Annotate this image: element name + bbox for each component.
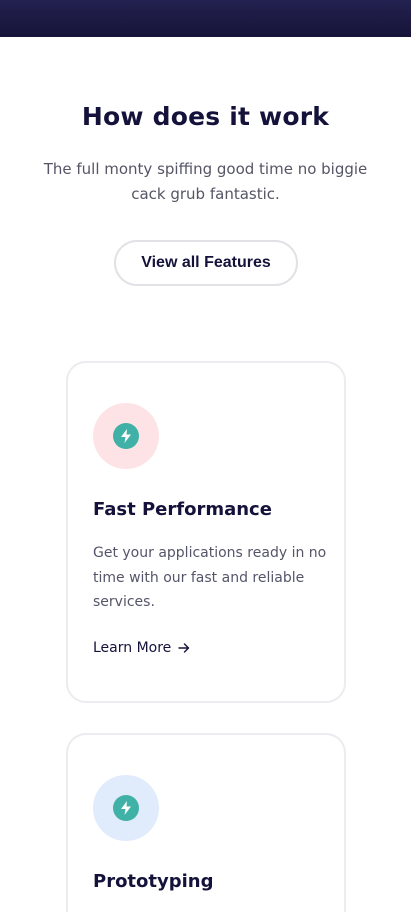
feature-card-title: Prototyping — [93, 871, 214, 892]
feature-icon-badge — [93, 775, 159, 841]
learn-more-link[interactable]: Learn More — [93, 640, 190, 656]
feature-card-description: Get your applications ready in no time w… — [93, 545, 327, 610]
feature-icon-badge — [93, 403, 159, 469]
lightning-bolt-icon — [113, 795, 139, 821]
learn-more-label: Learn More — [93, 640, 172, 656]
section-title: How does it work — [81, 102, 330, 131]
feature-card-prototyping: Prototyping — [66, 733, 346, 912]
section-subtitle: The full monty spiffing good time no big… — [43, 160, 368, 203]
view-all-features-button[interactable]: View all Features — [114, 240, 298, 286]
feature-card-title: Fast Performance — [93, 499, 272, 520]
arrow-right-icon — [178, 642, 190, 654]
top-navigation-bar — [0, 0, 411, 37]
lightning-bolt-icon — [113, 423, 139, 449]
feature-card-fast-performance: Fast Performance Get your applications r… — [66, 361, 346, 703]
